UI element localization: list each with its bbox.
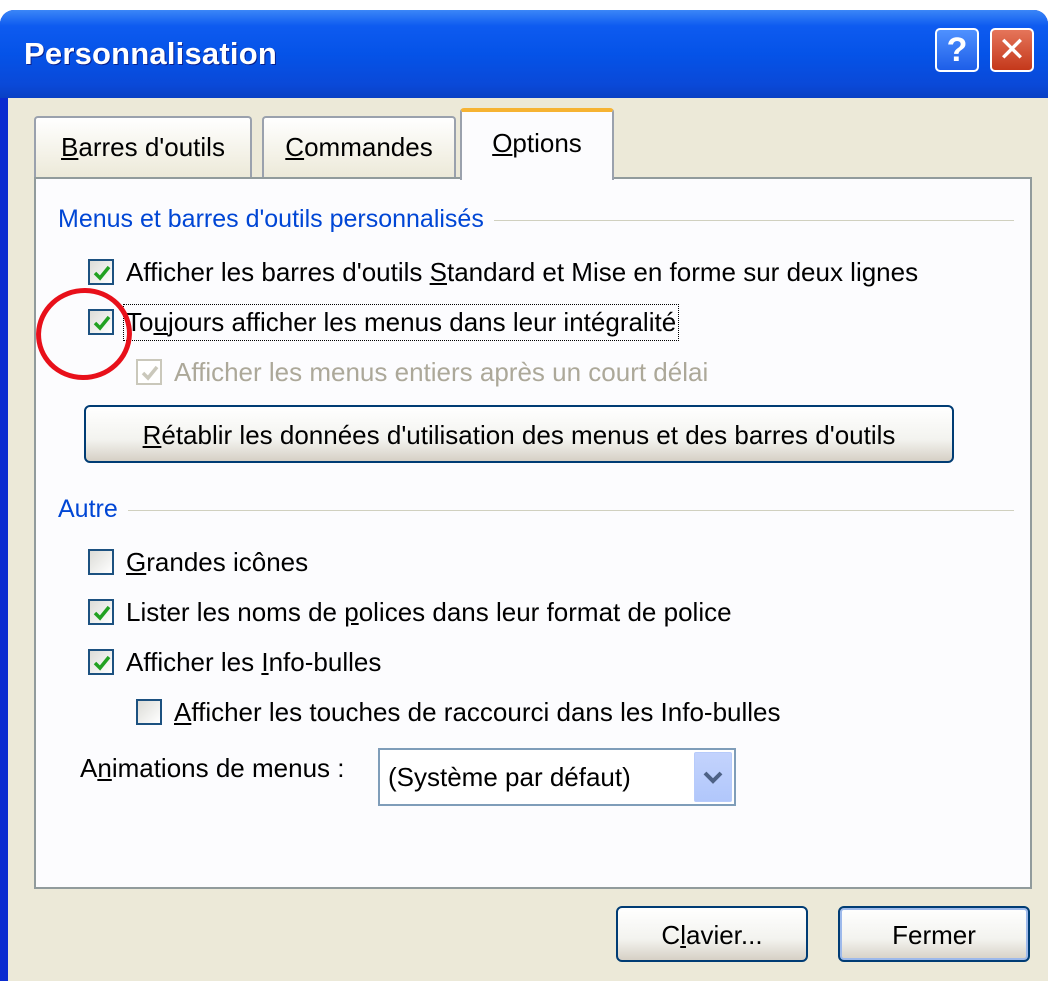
dropdown-button[interactable] <box>694 752 732 802</box>
label-mnemonic: S <box>429 257 447 287</box>
reset-usage-button[interactable]: Rétablir les données d'utilisation des m… <box>84 405 954 463</box>
label-mnemonic: A <box>174 697 192 727</box>
checkbox-shortcut-keys[interactable] <box>136 699 162 725</box>
dialog-window: Personnalisation ? ✕ Barres d'outils Com… <box>0 10 1048 981</box>
checkmark-icon <box>141 365 159 381</box>
label-delay-menus: Afficher les menus entiers après un cour… <box>174 357 709 387</box>
label-full-menus[interactable]: Toujours afficher les menus dans leur in… <box>122 304 680 341</box>
checkbox-two-rows[interactable] <box>88 259 114 285</box>
button-label: Fermer <box>892 920 976 950</box>
help-button[interactable]: ? <box>935 28 979 72</box>
window-title: Personnalisation <box>24 36 277 71</box>
label-mnemonic: p <box>344 597 359 627</box>
label-large-icons[interactable]: Grandes icônes <box>126 547 308 578</box>
button-label: avier... <box>685 920 763 950</box>
tab-mnemonic: C <box>285 132 305 162</box>
label-mnemonic: n <box>97 753 112 783</box>
label-part: A <box>80 753 98 783</box>
label-part: nfo-bulles <box>268 647 382 677</box>
label-mnemonic: u <box>153 307 168 337</box>
select-value: (Système par défaut) <box>388 762 631 792</box>
checkmark-icon <box>93 605 111 621</box>
group-title-menus: Menus et barres d'outils personnalisés <box>58 205 494 234</box>
checkmark-icon <box>93 655 111 671</box>
checkbox-font-names[interactable] <box>88 599 114 625</box>
button-label: C <box>661 920 681 950</box>
tab-label: ommandes <box>304 132 433 162</box>
label-part: olices dans leur format de police <box>358 597 732 627</box>
close-icon: ✕ <box>997 31 1027 69</box>
tab-mnemonic: B <box>61 132 79 162</box>
label-mnemonic: I <box>261 647 269 677</box>
tab-commandes[interactable]: Commandes <box>262 116 456 178</box>
checkbox-delay-menus[interactable] <box>136 359 162 385</box>
label-part: imations de menus : <box>111 753 345 783</box>
button-label: établir les données d'utilisation des me… <box>161 420 896 450</box>
label-part: randes icônes <box>146 547 309 577</box>
tab-options[interactable]: Options <box>460 108 614 180</box>
label-part: jours afficher les menus dans leur intég… <box>167 307 677 337</box>
label-mnemonic: G <box>126 547 147 577</box>
label-part: tandard et Mise en forme sur deux lignes <box>446 257 919 287</box>
checkbox-large-icons[interactable] <box>88 549 114 575</box>
label-menu-animations: Animations de menus : <box>80 753 344 784</box>
label-two-rows[interactable]: Afficher les barres d'outils Standard et… <box>126 257 918 288</box>
title-bar[interactable]: Personnalisation ? ✕ <box>0 10 1048 98</box>
label-part: Lister les noms de <box>126 597 345 627</box>
label-shortcut-keys[interactable]: Afficher les touches de raccourci dans l… <box>174 697 781 728</box>
group-divider <box>64 510 1014 511</box>
help-icon: ? <box>946 31 968 69</box>
menu-animations-select[interactable]: (Système par défaut) <box>378 748 736 806</box>
label-font-names[interactable]: Lister les noms de polices dans leur for… <box>126 597 732 628</box>
chevron-down-icon <box>703 771 723 784</box>
close-button[interactable]: Fermer <box>838 906 1030 962</box>
tab-label: arres d'outils <box>78 132 225 162</box>
keyboard-button[interactable]: Clavier... <box>616 906 808 962</box>
close-window-button[interactable]: ✕ <box>990 28 1034 72</box>
group-title-autre: Autre <box>58 495 128 524</box>
tab-label: ptions <box>512 128 582 158</box>
label-tooltips[interactable]: Afficher les Info-bulles <box>126 647 381 678</box>
dialog-body: Barres d'outils Commandes Options Menus … <box>8 98 1048 981</box>
label-part: Afficher les <box>126 647 262 677</box>
checkmark-icon <box>93 265 111 281</box>
label-part: fficher les touches de raccourci dans le… <box>191 697 781 727</box>
tab-barres-doutils[interactable]: Barres d'outils <box>34 116 252 178</box>
label-part: Afficher les barres d'outils <box>126 257 430 287</box>
tab-mnemonic: O <box>492 128 513 158</box>
button-mnemonic: R <box>142 420 162 450</box>
checkbox-tooltips[interactable] <box>88 649 114 675</box>
